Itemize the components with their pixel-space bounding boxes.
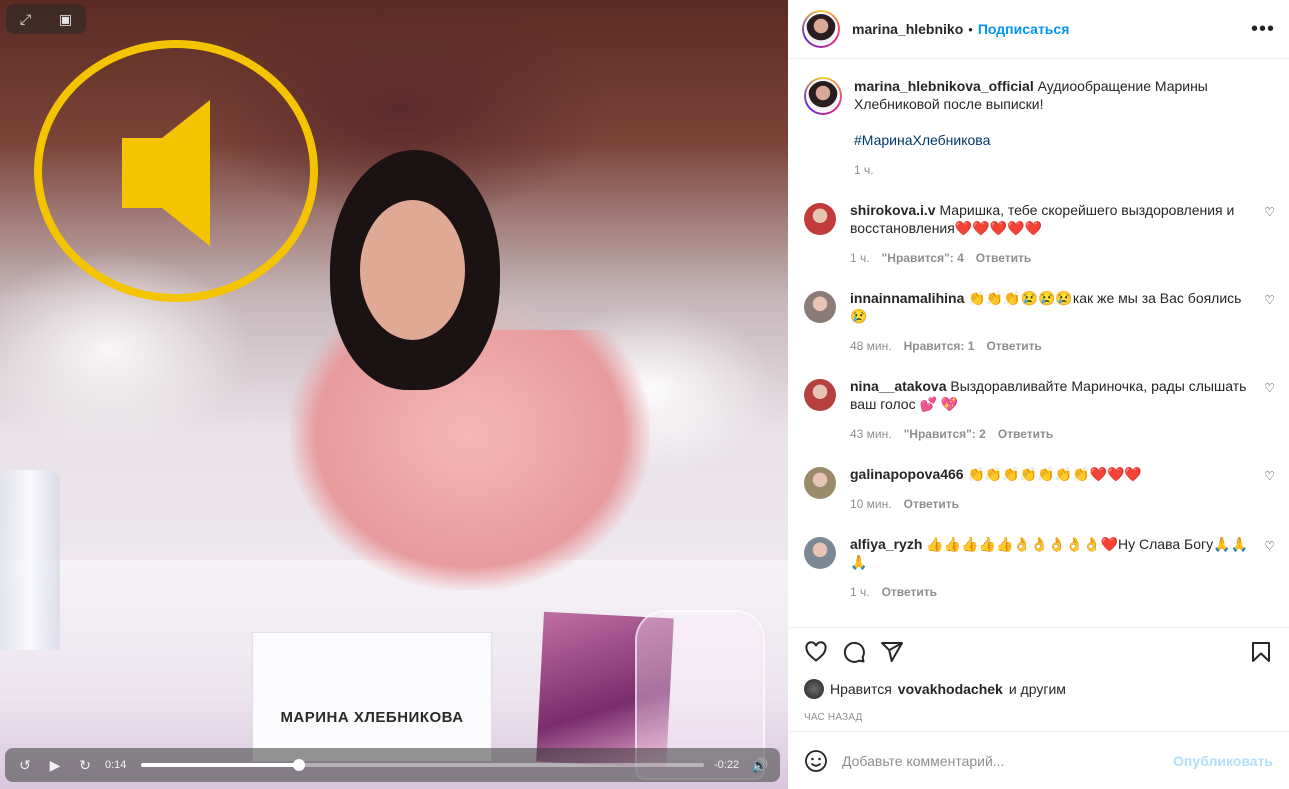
comment-username[interactable]: innainnamalihina (850, 290, 964, 306)
expand-icon[interactable]: ⤢ (20, 11, 31, 28)
action-bar (788, 627, 1289, 675)
comment-avatar[interactable] (804, 537, 836, 569)
comment-input[interactable] (842, 752, 1160, 769)
comment-item: shirokova.i.v Маришка, тебе скорейшего в… (804, 201, 1275, 265)
comment-meta: 1 ч. "Нравится": 4 Ответить (850, 251, 1249, 265)
liker-username[interactable]: vovakhodachek (898, 681, 1003, 697)
caption-hashtag[interactable]: #МаринаХлебникова (854, 131, 1275, 149)
comment-text-block: shirokova.i.v Маришка, тебе скорейшего в… (850, 201, 1249, 237)
reply-button[interactable]: Ответить (986, 339, 1041, 353)
comment-likes[interactable]: "Нравится": 4 (882, 251, 964, 265)
progress-handle[interactable] (292, 759, 305, 771)
comment-username[interactable]: galinapopova466 (850, 466, 964, 482)
header-username[interactable]: marina_hlebniko (852, 21, 963, 37)
likes-prefix: Нравится (830, 681, 892, 697)
speaker-icon (122, 100, 210, 246)
comment-list: shirokova.i.v Маришка, тебе скорейшего в… (804, 201, 1275, 599)
nameplate: МАРИНА ХЛЕБНИКОВА (252, 632, 492, 762)
progress-bar[interactable] (141, 759, 704, 771)
woman-face (360, 200, 465, 340)
comment-item: innainnamalihina 👏👏👏😢😢😢как же мы за Вас … (804, 289, 1275, 353)
caption: marina_hlebnikova_official Аудиообращени… (804, 77, 1275, 177)
comment-likes[interactable]: "Нравится": 2 (904, 427, 986, 441)
separator-dot: • (968, 21, 973, 37)
caption-time: 1 ч. (854, 163, 874, 177)
play-icon[interactable]: ▶ (45, 757, 65, 774)
comment-body: shirokova.i.v Маришка, тебе скорейшего в… (850, 201, 1275, 265)
comment-icon[interactable] (842, 640, 866, 664)
comment-avatar[interactable] (804, 379, 836, 411)
comment-text: 👏👏👏👏👏👏👏❤️❤️❤️ (967, 466, 1142, 482)
comment-avatar[interactable] (804, 291, 836, 323)
emoji-icon[interactable] (804, 749, 828, 773)
comment-likes[interactable]: Нравится: 1 (904, 339, 975, 353)
comment-time[interactable]: 48 мин. (850, 339, 892, 353)
comment-body: nina__atakova Выздоравливайте Мариночка,… (850, 377, 1275, 441)
post-panel: marina_hlebniko • Подписаться ••• marina… (788, 0, 1289, 789)
comment-body: galinapopova466 👏👏👏👏👏👏👏❤️❤️❤️ 10 мин. Отве… (850, 465, 1275, 511)
caption-username[interactable]: marina_hlebnikova_official (854, 78, 1034, 94)
video-controls: ↺ ▶ ↻ 0:14 -0:22 🔊 (5, 748, 780, 782)
follow-button[interactable]: Подписаться (978, 21, 1070, 37)
comment-text-block: galinapopova466 👏👏👏👏👏👏👏❤️❤️❤️ (850, 465, 1249, 483)
comment-like-icon[interactable]: ♡ (1264, 469, 1275, 483)
post-header: marina_hlebniko • Подписаться ••• (788, 0, 1289, 59)
video-player[interactable]: МАРИНА ХЛЕБНИКОВА ⤢ ▣ ↺ ▶ ↻ 0:14 -0:22 🔊 (0, 0, 788, 789)
likes-summary: Нравится vovakhodachek и другим (788, 675, 1289, 703)
water-bottle (0, 470, 60, 650)
comment-username[interactable]: nina__atakova (850, 378, 947, 394)
picture-in-picture-icon[interactable]: ▣ (59, 11, 72, 28)
nameplate-text: МАРИНА ХЛЕБНИКОВА (280, 708, 464, 726)
forward-15-icon[interactable]: ↻ (75, 757, 95, 774)
posted-ago: ЧАС НАЗАД (804, 711, 863, 723)
comment-avatar[interactable] (804, 203, 836, 235)
heart-icon[interactable] (804, 640, 828, 664)
reply-button[interactable]: Ответить (904, 497, 959, 511)
avatar[interactable] (802, 10, 840, 48)
comment-meta: 48 мин. Нравится: 1 Ответить (850, 339, 1249, 353)
reply-button[interactable]: Ответить (882, 585, 937, 599)
comment-item: galinapopova466 👏👏👏👏👏👏👏❤️❤️❤️ 10 мин. Отве… (804, 465, 1275, 511)
comment-meta: 1 ч. Ответить (850, 585, 1249, 599)
woman-figure (290, 330, 650, 590)
caption-text-block: marina_hlebnikova_official Аудиообращени… (854, 77, 1275, 113)
post-comment-button[interactable]: Опубликовать (1173, 753, 1273, 769)
liker-avatar[interactable] (804, 679, 824, 699)
comment-time[interactable]: 1 ч. (850, 251, 870, 265)
elapsed-time: 0:14 (105, 759, 127, 771)
comment-username[interactable]: shirokova.i.v (850, 202, 936, 218)
comment-meta: 43 мин. "Нравится": 2 Ответить (850, 427, 1249, 441)
comment-text-block: alfiya_ryzh 👍👍👍👍👍👌👌👌👌👌❤️Ну Слава Богу🙏🙏🙏 (850, 535, 1249, 571)
comment-text-block: innainnamalihina 👏👏👏😢😢😢как же мы за Вас … (850, 289, 1249, 325)
comment-like-icon[interactable]: ♡ (1264, 539, 1275, 553)
more-options-icon[interactable]: ••• (1251, 18, 1275, 41)
volume-icon[interactable]: 🔊 (750, 757, 770, 774)
comment-meta: 10 мин. Ответить (850, 497, 1249, 511)
reply-button[interactable]: Ответить (998, 427, 1053, 441)
share-icon[interactable] (880, 640, 904, 664)
comment-item: alfiya_ryzh 👍👍👍👍👍👌👌👌👌👌❤️Ну Слава Богу🙏🙏🙏… (804, 535, 1275, 599)
comment-like-icon[interactable]: ♡ (1264, 293, 1275, 307)
comment-avatar[interactable] (804, 467, 836, 499)
comment-body: alfiya_ryzh 👍👍👍👍👍👌👌👌👌👌❤️Ну Слава Богу🙏🙏🙏… (850, 535, 1275, 599)
comment-username[interactable]: alfiya_ryzh (850, 536, 922, 552)
add-comment-bar: Опубликовать (788, 731, 1289, 789)
progress-fill (141, 763, 299, 767)
comment-like-icon[interactable]: ♡ (1264, 381, 1275, 395)
comment-time[interactable]: 10 мин. (850, 497, 892, 511)
bookmark-icon[interactable] (1249, 640, 1273, 664)
video-top-controls: ⤢ ▣ (6, 4, 86, 34)
caption-avatar[interactable] (804, 77, 842, 115)
reply-button[interactable]: Ответить (976, 251, 1031, 265)
comments-scroll[interactable]: marina_hlebnikova_official Аудиообращени… (788, 59, 1289, 627)
likes-suffix[interactable]: и другим (1009, 681, 1066, 697)
rewind-15-icon[interactable]: ↺ (15, 757, 35, 774)
comment-item: nina__atakova Выздоравливайте Мариночка,… (804, 377, 1275, 441)
comment-text-block: nina__atakova Выздоравливайте Мариночка,… (850, 377, 1249, 413)
comment-time[interactable]: 1 ч. (850, 585, 870, 599)
comment-like-icon[interactable]: ♡ (1264, 205, 1275, 219)
comment-time[interactable]: 43 мин. (850, 427, 892, 441)
comment-body: innainnamalihina 👏👏👏😢😢😢как же мы за Вас … (850, 289, 1275, 353)
remaining-time: -0:22 (714, 759, 740, 771)
